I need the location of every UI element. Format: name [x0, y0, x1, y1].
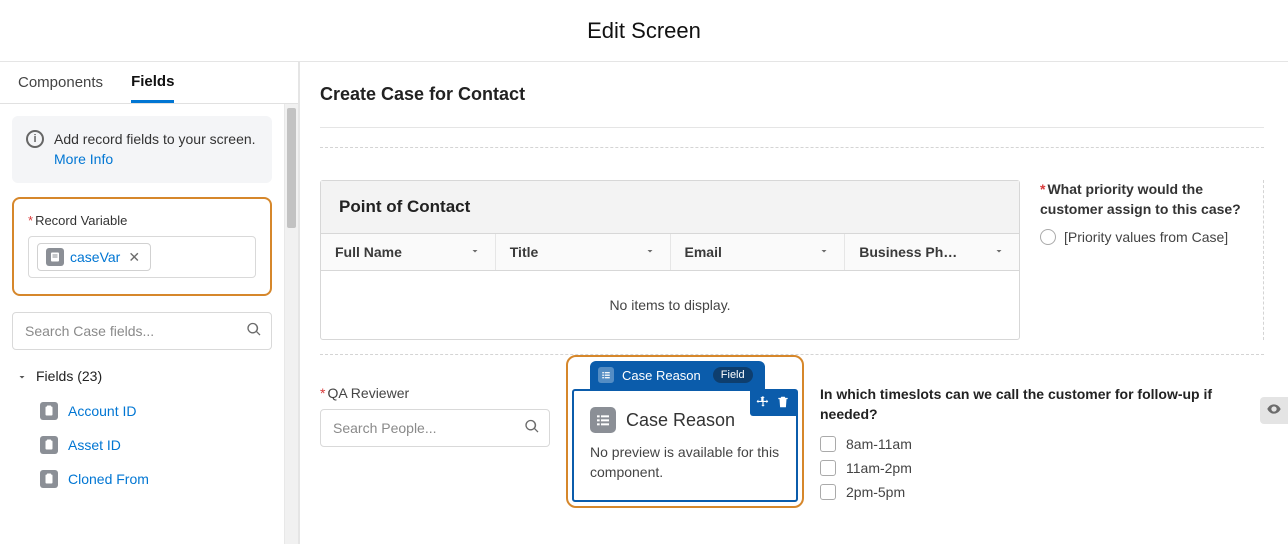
column-label: Business Ph… [859, 244, 957, 260]
column-label: Full Name [335, 244, 402, 260]
record-variable-box: *Record Variable caseVar ✕ [12, 197, 272, 296]
move-icon[interactable] [756, 395, 770, 412]
record-variable-input[interactable]: caseVar ✕ [28, 236, 256, 278]
component-tab: Case Reason Field [590, 361, 765, 389]
tab-fields[interactable]: Fields [131, 63, 174, 103]
info-box: i Add record fields to your screen. More… [12, 116, 272, 183]
column-full-name[interactable]: Full Name [321, 234, 496, 270]
field-item-account-id[interactable]: Account ID [36, 394, 272, 428]
left-sidebar: Components Fields i Add record fields to… [0, 62, 300, 544]
sidebar-scrollbar[interactable] [284, 104, 298, 544]
record-icon [46, 248, 64, 266]
required-star: * [320, 385, 325, 401]
clipboard-icon [40, 436, 58, 454]
visibility-icon[interactable] [1260, 397, 1288, 424]
info-more-link[interactable]: More Info [54, 151, 113, 167]
record-variable-label: *Record Variable [28, 213, 256, 228]
field-item-cloned-from[interactable]: Cloned From [36, 462, 272, 496]
column-business-phone[interactable]: Business Ph… [845, 234, 1019, 270]
timeslot-label: 8am-11am [846, 436, 912, 452]
timeslot-option-2[interactable]: 11am-2pm [820, 460, 1264, 476]
priority-option[interactable]: [Priority values from Case] [1040, 229, 1263, 245]
screen-title: Create Case for Contact [320, 84, 1264, 105]
qa-reviewer-input[interactable] [320, 409, 550, 447]
checkbox-icon [820, 460, 836, 476]
fields-group-label: Fields (23) [36, 368, 102, 384]
timeslot-option-1[interactable]: 8am-11am [820, 436, 1264, 452]
field-label: Account ID [68, 403, 136, 419]
poc-column-headers: Full Name Title Email Business Ph… [321, 234, 1019, 271]
chevron-down-icon [469, 244, 481, 260]
priority-question: *What priority would the customer assign… [1040, 180, 1263, 219]
search-icon [246, 322, 262, 341]
page-title: Edit Screen [587, 18, 701, 44]
column-email[interactable]: Email [671, 234, 846, 270]
component-toolbar [750, 391, 796, 416]
field-list: Account ID Asset ID Cloned From [12, 394, 272, 496]
chevron-down-icon [993, 244, 1005, 260]
priority-question-text: What priority would the customer assign … [1040, 181, 1241, 217]
canvas: Create Case for Contact Point of Contact… [300, 62, 1288, 544]
qa-reviewer-label: *QA Reviewer [320, 385, 550, 401]
component-tab-label: Case Reason [622, 368, 701, 383]
fields-group-toggle[interactable]: Fields (23) [16, 368, 268, 384]
timeslot-label: 11am-2pm [846, 460, 912, 476]
chevron-down-icon [16, 370, 28, 382]
clipboard-icon [40, 402, 58, 420]
info-message: Add record fields to your screen. [54, 131, 256, 147]
chevron-down-icon [644, 244, 656, 260]
search-icon [524, 419, 540, 438]
timeslot-option-3[interactable]: 2pm-5pm [820, 484, 1264, 500]
trash-icon[interactable] [776, 395, 790, 412]
column-label: Email [685, 244, 722, 260]
checkbox-icon [820, 484, 836, 500]
list-icon [590, 407, 616, 433]
list-icon [598, 367, 614, 383]
radio-icon [1040, 229, 1056, 245]
chevron-down-icon [818, 244, 830, 260]
sidebar-tabs: Components Fields [0, 62, 298, 104]
field-label: Asset ID [68, 437, 121, 453]
timeslots-question: In which timeslots can we call the custo… [820, 385, 1264, 424]
priority-option-label: [Priority values from Case] [1064, 229, 1228, 245]
poc-empty-message: No items to display. [321, 271, 1019, 339]
record-variable-label-text: Record Variable [35, 213, 127, 228]
tab-components[interactable]: Components [18, 64, 103, 101]
column-title[interactable]: Title [496, 234, 671, 270]
point-of-contact-table: Point of Contact Full Name Title Email B… [320, 180, 1020, 340]
clipboard-icon [40, 470, 58, 488]
poc-title: Point of Contact [321, 181, 1019, 234]
page-header: Edit Screen [0, 0, 1288, 62]
checkbox-icon [820, 436, 836, 452]
record-variable-pill: caseVar ✕ [37, 243, 151, 271]
required-star: * [28, 213, 33, 228]
qa-reviewer-label-text: QA Reviewer [327, 385, 409, 401]
field-item-asset-id[interactable]: Asset ID [36, 428, 272, 462]
timeslot-label: 2pm-5pm [846, 484, 905, 500]
case-reason-component[interactable]: Case Reason Field Case Reason [566, 385, 804, 508]
search-fields-input[interactable] [12, 312, 272, 350]
column-label: Title [510, 244, 539, 260]
component-tab-badge: Field [713, 367, 753, 383]
record-variable-value: caseVar [70, 249, 120, 265]
field-label: Cloned From [68, 471, 149, 487]
remove-pill-icon[interactable]: ✕ [126, 249, 142, 266]
component-message: No preview is available for this compone… [590, 443, 780, 482]
info-text: Add record fields to your screen. More I… [54, 130, 258, 169]
info-icon: i [26, 130, 44, 148]
required-star: * [1040, 181, 1045, 197]
scroll-thumb[interactable] [287, 108, 296, 228]
component-title: Case Reason [626, 410, 735, 431]
